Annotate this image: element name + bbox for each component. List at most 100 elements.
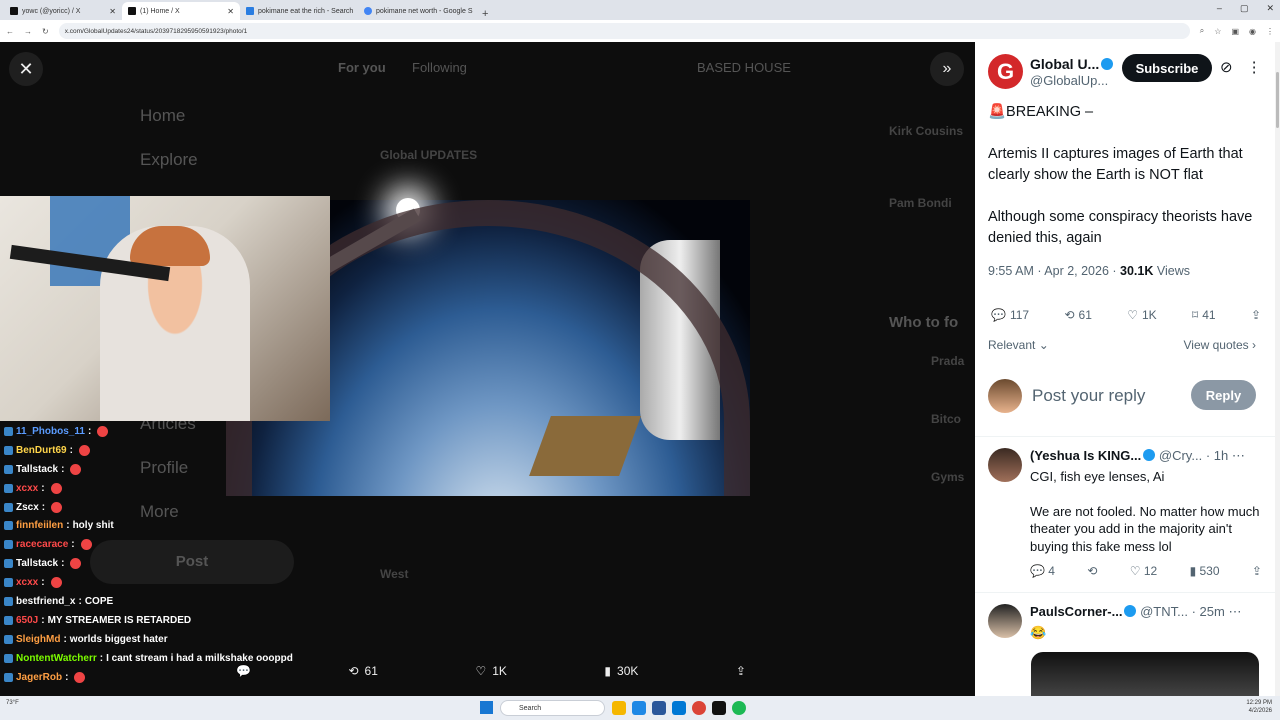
- webcam-overlay: [0, 196, 330, 421]
- chat-username[interactable]: 650J: [16, 615, 38, 626]
- mail-icon[interactable]: [672, 701, 686, 715]
- chat-username[interactable]: BenDurt69: [16, 445, 67, 456]
- reply-action[interactable]: 💬: [236, 664, 251, 678]
- browser-tab-4[interactable]: pokimane net worth - Google S✕: [358, 2, 476, 20]
- app-icon[interactable]: [712, 701, 726, 715]
- chat-username[interactable]: Tallstack: [16, 464, 58, 475]
- chat-username[interactable]: Tallstack: [16, 558, 58, 569]
- repost-action[interactable]: ⟲ 61: [348, 664, 377, 678]
- bookmark-star-icon[interactable]: ☆: [1214, 27, 1221, 36]
- scrollbar[interactable]: [1275, 42, 1280, 696]
- author-handle[interactable]: @GlobalUp...: [1030, 73, 1108, 88]
- edge-icon[interactable]: [632, 701, 646, 715]
- reply-time[interactable]: · 25m: [1192, 604, 1225, 619]
- user-avatar[interactable]: [988, 379, 1022, 413]
- reply-avatar[interactable]: [988, 448, 1022, 482]
- chat-username[interactable]: SleighMd: [16, 634, 60, 645]
- repost-stat[interactable]: ⟲ 61: [1064, 308, 1091, 322]
- scrollbar-thumb[interactable]: [1276, 72, 1279, 128]
- sort-dropdown[interactable]: Relevant ⌄: [988, 338, 1049, 352]
- menu-icon[interactable]: ⋮: [1266, 27, 1274, 36]
- reply-item[interactable]: (Yeshua Is KING... @Cry... · 1h ⋯ CGI, f…: [988, 448, 1268, 588]
- chat-username[interactable]: Zscx: [16, 502, 39, 513]
- minimize-icon[interactable]: –: [1217, 3, 1222, 14]
- close-icon[interactable]: ✕: [109, 7, 116, 16]
- chrome-icon[interactable]: [692, 701, 706, 715]
- close-window-icon[interactable]: ✕: [1266, 3, 1274, 14]
- chat-username[interactable]: racecarace: [16, 539, 68, 550]
- profile-icon[interactable]: ◉: [1249, 27, 1256, 36]
- chat-username[interactable]: bestfriend_x: [16, 596, 75, 607]
- zoom-icon[interactable]: ⌕: [1200, 26, 1204, 36]
- reply-handle[interactable]: @TNT...: [1140, 604, 1188, 619]
- author-name[interactable]: Global U...: [1030, 56, 1114, 72]
- maximize-icon[interactable]: ▢: [1240, 3, 1249, 14]
- reply-input[interactable]: Post your reply: [1032, 386, 1145, 406]
- author-avatar[interactable]: G: [988, 54, 1023, 89]
- expand-panel-button[interactable]: »: [930, 52, 964, 86]
- chat-badge-icon: [4, 502, 13, 512]
- reply-like-stat[interactable]: ♡ 12: [1130, 564, 1157, 578]
- browser-tab-1[interactable]: yowc (@yoricc) / X ✕: [4, 2, 122, 20]
- reply-author-name[interactable]: (Yeshua Is KING...: [1030, 448, 1141, 463]
- chat-username[interactable]: xcxx: [16, 483, 38, 494]
- subscribe-button[interactable]: Subscribe: [1122, 54, 1212, 82]
- reply-button[interactable]: Reply: [1191, 380, 1256, 410]
- heart-icon: ♡: [1127, 308, 1138, 322]
- spotify-icon[interactable]: [732, 701, 746, 715]
- chat-username[interactable]: 11_Phobos_11: [16, 426, 85, 437]
- more-icon[interactable]: ⋮: [1247, 58, 1262, 76]
- grok-icon[interactable]: ⊘: [1220, 58, 1233, 76]
- reply-views-stat[interactable]: ▮ 530: [1190, 564, 1220, 578]
- chat-username[interactable]: JagerRob: [16, 672, 62, 683]
- reply-time[interactable]: · 1h: [1206, 448, 1228, 463]
- emote-icon: [74, 671, 86, 683]
- forward-icon[interactable]: →: [24, 27, 32, 36]
- close-viewer-button[interactable]: ✕: [9, 52, 43, 86]
- chat-username[interactable]: NontentWatcherr: [16, 653, 97, 664]
- windows-start-icon[interactable]: [480, 701, 493, 714]
- author-name-text: Global U...: [1030, 56, 1100, 72]
- reply-media-thumbnail[interactable]: [1031, 652, 1259, 696]
- emote-icon: [78, 444, 90, 456]
- reply-count: 117: [1009, 308, 1030, 322]
- reply-reply-stat[interactable]: 💬 4: [1030, 564, 1055, 578]
- new-tab-button[interactable]: +: [476, 8, 494, 20]
- chat-message: BenDurt69:: [4, 441, 324, 460]
- reply-text-line-1: CGI, fish eye lenses, Ai: [1030, 469, 1165, 484]
- reload-icon[interactable]: ↻: [42, 27, 49, 36]
- chat-username[interactable]: finnfeiilen: [16, 520, 63, 531]
- back-icon[interactable]: ←: [6, 27, 14, 36]
- share-action[interactable]: ⇪: [736, 664, 746, 678]
- browser-tab-3[interactable]: pokimane eat the rich - Search✕: [240, 2, 358, 20]
- views-action[interactable]: ▮ 30K: [604, 664, 638, 678]
- url-bar[interactable]: x.com/GlobalUpdates24/status/20397182959…: [58, 23, 1190, 39]
- reply-repost-stat[interactable]: ⟲: [1087, 564, 1097, 578]
- system-clock[interactable]: 12:29 PM 4/2/2026: [1246, 699, 1272, 715]
- post-timestamp[interactable]: 9:55 AM · Apr 2, 2026 ·: [988, 264, 1120, 278]
- reply-author-name[interactable]: PaulsCorner-...: [1030, 604, 1122, 619]
- more-icon[interactable]: ⋯: [1232, 448, 1245, 463]
- taskbar-search[interactable]: Search: [500, 700, 605, 716]
- more-icon[interactable]: ⋯: [1228, 604, 1241, 619]
- chat-separator: :: [78, 595, 82, 607]
- reply-handle[interactable]: @Cry...: [1159, 448, 1202, 463]
- file-explorer-icon[interactable]: [612, 701, 626, 715]
- share-icon[interactable]: ⇪: [1252, 564, 1262, 578]
- weather-widget[interactable]: 73°F: [6, 699, 19, 707]
- extensions-icon[interactable]: ▣: [1231, 27, 1239, 36]
- like-action[interactable]: ♡ 1K: [475, 664, 506, 678]
- bookmark-stat[interactable]: ⌑ 41: [1192, 308, 1216, 322]
- share-stat[interactable]: ⇪: [1251, 308, 1261, 322]
- chat-username[interactable]: xcxx: [16, 577, 38, 588]
- store-icon[interactable]: [652, 701, 666, 715]
- view-quotes-link[interactable]: View quotes ›: [1184, 338, 1257, 352]
- browser-tab-2[interactable]: (1) Home / X ✕: [122, 2, 240, 20]
- reply-avatar[interactable]: [988, 604, 1022, 638]
- chat-message: 650J: MY STREAMER IS RETARDED: [4, 611, 324, 630]
- close-icon[interactable]: ✕: [227, 7, 234, 16]
- like-stat[interactable]: ♡ 1K: [1127, 308, 1156, 322]
- tab-label: pokimane net worth - Google S: [376, 7, 473, 15]
- reply-item[interactable]: PaulsCorner-... @TNT... · 25m ⋯ 😂: [988, 604, 1268, 644]
- reply-stat[interactable]: 💬 117: [991, 308, 1029, 322]
